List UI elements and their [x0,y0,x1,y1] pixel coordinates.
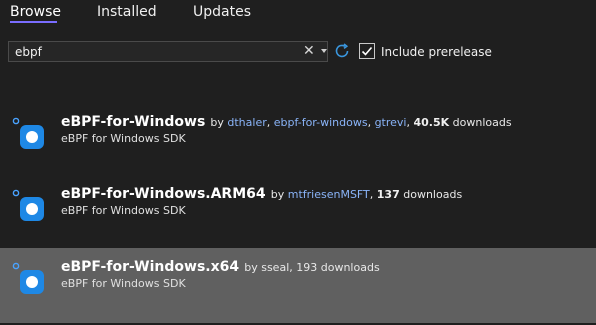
author-link[interactable]: ebpf-for-windows [274,116,368,129]
search-box: ✕ [8,41,328,62]
downloads-suffix: downloads [452,116,512,129]
search-input[interactable] [15,43,285,60]
separator: , [266,116,271,129]
clear-icon[interactable]: ✕ [303,43,315,60]
separator: , [289,261,293,274]
package-description: eBPF for Windows SDK [61,277,186,290]
download-count: 40.5K [413,116,450,129]
separator: , [406,116,410,129]
package-description: eBPF for Windows SDK [61,132,186,145]
by-label: by [270,188,285,201]
package-row[interactable]: eBPF-for-Windows by dthaler, ebpf-for-wi… [0,103,596,178]
include-prerelease-label: Include prerelease [381,45,492,59]
package-row-selected[interactable]: eBPF-for-Windows.x64 by sseal, 193 downl… [0,248,596,323]
tab-installed[interactable]: Installed [97,4,157,20]
author-link[interactable]: mtfriesenMSFT [288,188,370,201]
author-name[interactable]: sseal [261,261,289,274]
by-label: by [210,116,224,129]
package-name: eBPF-for-Windows.ARM64 [61,186,266,202]
package-description: eBPF for Windows SDK [61,204,186,217]
author-link[interactable]: dthaler [227,116,266,129]
author-link[interactable]: gtrevi [375,116,407,129]
tab-browse[interactable]: Browse [10,4,61,20]
package-row[interactable]: eBPF-for-Windows.ARM64 by mtfriesenMSFT,… [0,175,596,250]
refresh-icon[interactable] [333,42,351,60]
include-prerelease-checkbox[interactable] [359,43,375,59]
nuget-package-icon [12,117,44,149]
by-label: by [244,261,258,274]
downloads-suffix: downloads [403,188,463,201]
nuget-package-icon [12,189,44,221]
download-count: 137 [376,188,400,201]
chevron-down-icon[interactable] [321,49,327,53]
download-count: 193 [296,261,318,274]
active-tab-indicator [10,21,57,23]
tab-bar: Browse Installed Updates [0,0,596,30]
checkmark-icon [361,46,373,56]
package-name: eBPF-for-Windows.x64 [61,259,240,275]
nuget-package-icon [12,262,44,294]
separator: , [369,188,374,201]
package-name: eBPF-for-Windows [61,114,206,130]
tab-updates[interactable]: Updates [193,4,251,20]
downloads-suffix: downloads [320,261,380,274]
separator: , [367,116,372,129]
